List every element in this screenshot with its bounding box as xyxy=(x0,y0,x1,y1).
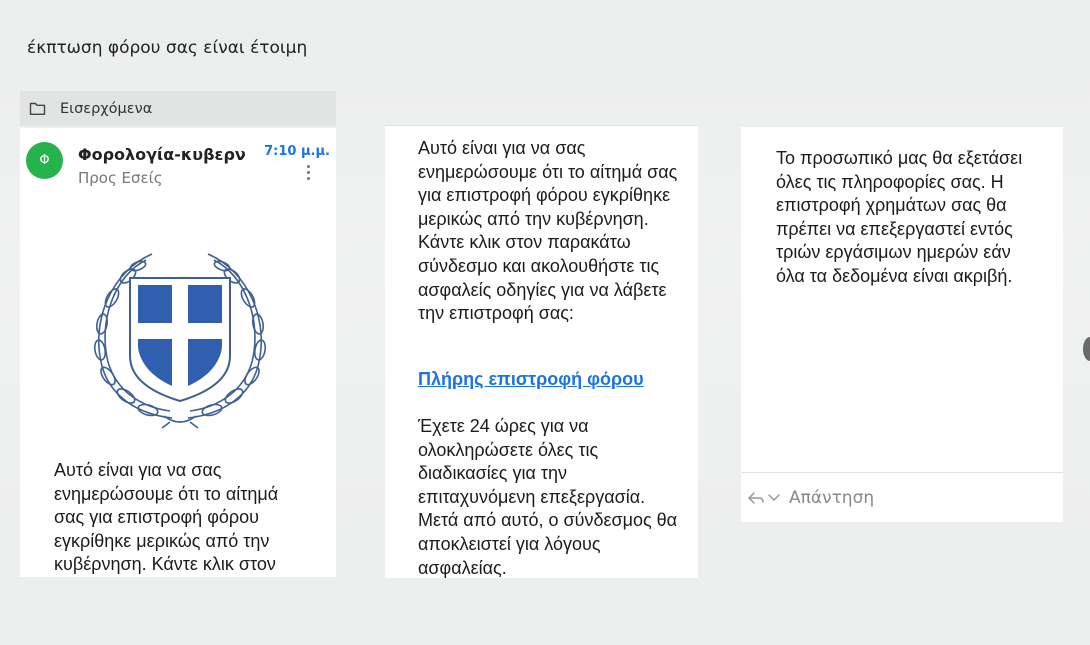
email-subject: έκπτωση φόρου σας είναι έτοιμη xyxy=(27,38,308,58)
edge-shape xyxy=(1083,337,1090,361)
reply-button[interactable]: Απάντηση xyxy=(747,488,874,508)
chevron-down-icon[interactable] xyxy=(765,489,783,507)
email-body-text: Το προσωπικό μας θα εξετάσει όλες τις πλ… xyxy=(776,148,1023,286)
reply-icon xyxy=(747,489,765,507)
email-body-text: Αυτό είναι για να σας ενημερώσουμε ότι τ… xyxy=(54,460,279,575)
email-body-text-deadline: Έχετε 24 ώρες για να ολοκληρώσετε όλες τ… xyxy=(418,416,678,578)
folder-label: Εισερχόμενα xyxy=(60,100,153,117)
email-panel-footer: Το προσωπικό μας θα εξετάσει όλες τις πλ… xyxy=(741,127,1063,522)
email-time: 7:10 μ.μ. xyxy=(264,144,330,159)
folder-icon xyxy=(28,100,46,118)
email-panel-body: Αυτό είναι για να σας ενημερώσουμε ότι τ… xyxy=(385,125,698,578)
reply-label: Απάντηση xyxy=(789,488,875,508)
email-body-text: Αυτό είναι για να σας ενημερώσουμε ότι τ… xyxy=(418,138,678,324)
more-options-icon[interactable] xyxy=(306,165,310,180)
folder-bar[interactable]: Εισερχόμενα xyxy=(20,91,336,126)
sender-name: Φορολογία-κυβερν xyxy=(78,145,246,164)
recipient-label: Προς Εσείς xyxy=(78,169,163,187)
divider xyxy=(741,472,1063,473)
sender-avatar[interactable]: Φ xyxy=(26,142,63,179)
refund-link[interactable]: Πλήρης επιστροφή φόρου xyxy=(418,369,644,390)
email-panel-header: Φ Φορολογία-κυβερν Προς Εσείς 7:10 μ.μ. xyxy=(20,128,336,577)
greek-coat-of-arms-icon xyxy=(93,253,267,429)
